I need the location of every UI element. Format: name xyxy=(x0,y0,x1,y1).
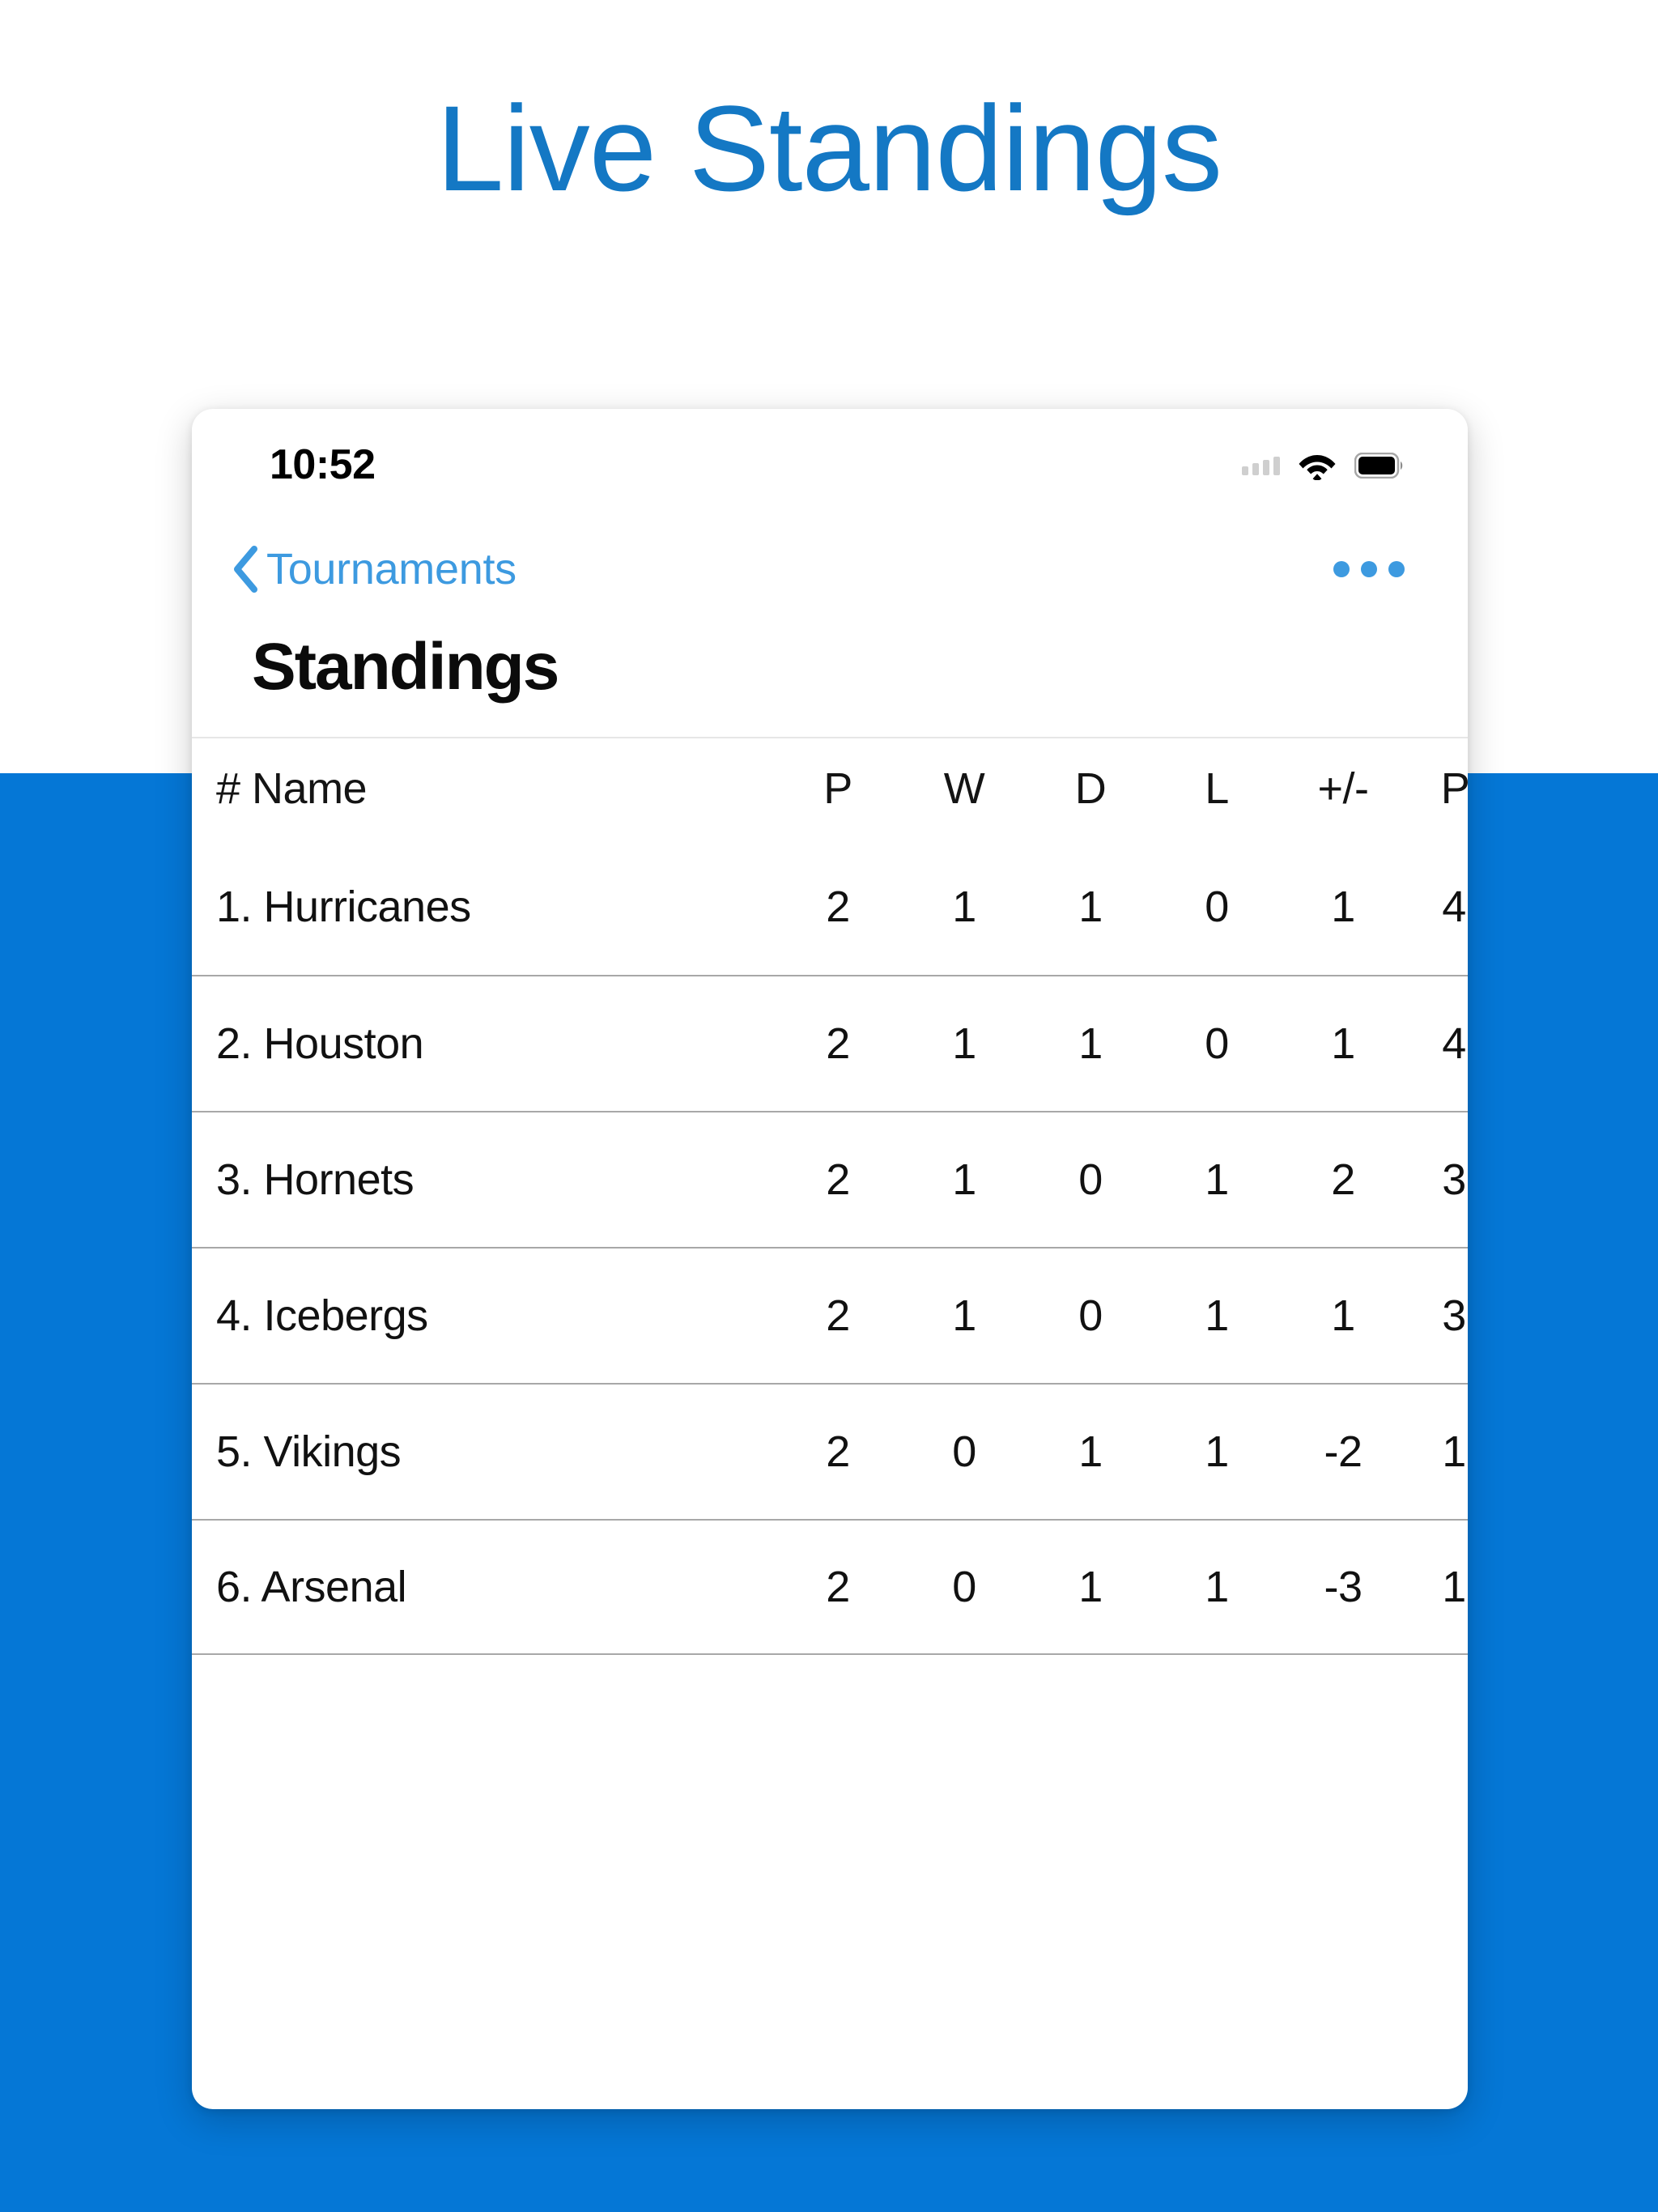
cell-lost: 1 xyxy=(1205,1155,1229,1204)
hero-title: Live Standings xyxy=(436,80,1222,216)
cell-won: 1 xyxy=(952,1291,976,1340)
cell-played: 2 xyxy=(826,1563,850,1611)
cell-team-name: 3. Hornets xyxy=(216,1155,414,1204)
cell-drawn: 0 xyxy=(1078,1291,1103,1340)
cell-team-name: 5. Vikings xyxy=(216,1427,402,1476)
cell-drawn: 0 xyxy=(1078,1155,1103,1204)
wifi-icon xyxy=(1299,455,1336,480)
table-row[interactable]: 4. Icebergs 2 1 0 1 1 3.0 xyxy=(192,1247,1468,1383)
cell-points: 4.0 xyxy=(1442,883,1468,931)
cell-won: 0 xyxy=(952,1563,976,1611)
column-header-goal-difference: +/- xyxy=(1317,764,1369,813)
cell-goal-difference: 1 xyxy=(1331,883,1355,931)
cell-goal-difference: -2 xyxy=(1324,1427,1363,1476)
status-bar-icons xyxy=(1242,451,1405,480)
cell-goal-difference: 1 xyxy=(1331,1019,1355,1068)
table-row[interactable]: 2. Houston 2 1 1 0 1 4.0 xyxy=(192,975,1468,1111)
table-header-row: # Name P W D L +/- Pts xyxy=(192,737,1468,839)
back-button-label: Tournaments xyxy=(266,545,517,593)
status-bar: 10:52 xyxy=(192,409,1468,514)
cell-drawn: 1 xyxy=(1078,883,1103,931)
status-bar-time: 10:52 xyxy=(270,441,376,488)
cell-played: 2 xyxy=(826,1291,850,1340)
table-row[interactable]: 6. Arsenal 2 0 1 1 -3 1.0 xyxy=(192,1519,1468,1655)
more-options-dot xyxy=(1361,561,1377,577)
standings-table: # Name P W D L +/- Pts 1. Hurricanes 2 1… xyxy=(192,737,1468,1655)
cell-won: 1 xyxy=(952,1155,976,1204)
battery-full-icon xyxy=(1354,453,1403,479)
cell-played: 2 xyxy=(826,1427,850,1476)
cellular-signal-icon xyxy=(1242,456,1280,475)
column-header-drawn: D xyxy=(1074,764,1107,813)
more-options-dot xyxy=(1333,561,1350,577)
cell-played: 2 xyxy=(826,1019,850,1068)
cell-lost: 0 xyxy=(1205,883,1229,931)
cell-played: 2 xyxy=(826,883,850,931)
cell-lost: 0 xyxy=(1205,1019,1229,1068)
cell-team-name: 1. Hurricanes xyxy=(216,883,471,931)
column-header-name: # Name xyxy=(216,764,368,813)
cell-drawn: 1 xyxy=(1078,1563,1103,1611)
more-options-dot xyxy=(1388,561,1405,577)
column-header-played: P xyxy=(823,764,852,813)
cell-team-name: 2. Houston xyxy=(216,1019,424,1068)
column-header-points: Pts xyxy=(1440,764,1468,813)
cell-points: 3.0 xyxy=(1442,1155,1468,1204)
back-button[interactable]: Tournaments xyxy=(231,544,517,594)
navigation-bar: Tournaments xyxy=(192,529,1468,610)
cell-drawn: 1 xyxy=(1078,1427,1103,1476)
cell-played: 2 xyxy=(826,1155,850,1204)
cell-team-name: 4. Icebergs xyxy=(216,1291,428,1340)
cell-goal-difference: -3 xyxy=(1324,1563,1363,1611)
cell-points: 1.0 xyxy=(1442,1427,1468,1476)
phone-screenshot-card: 10:52 Tournaments Standings # Name P W D… xyxy=(192,409,1468,2109)
cell-lost: 1 xyxy=(1205,1291,1229,1340)
column-header-lost: L xyxy=(1205,764,1229,813)
more-options-button[interactable] xyxy=(1329,550,1409,589)
cell-won: 1 xyxy=(952,883,976,931)
cell-drawn: 1 xyxy=(1078,1019,1103,1068)
cell-goal-difference: 2 xyxy=(1331,1155,1355,1204)
cell-points: 3.0 xyxy=(1442,1291,1468,1340)
page-title: Standings xyxy=(252,630,559,704)
table-row[interactable]: 3. Hornets 2 1 0 1 2 3.0 xyxy=(192,1111,1468,1247)
table-row[interactable]: 5. Vikings 2 0 1 1 -2 1.0 xyxy=(192,1383,1468,1519)
cell-team-name: 6. Arsenal xyxy=(216,1563,407,1611)
cell-won: 0 xyxy=(952,1427,976,1476)
chevron-left-icon xyxy=(234,546,257,593)
cell-lost: 1 xyxy=(1205,1427,1229,1476)
cell-lost: 1 xyxy=(1205,1563,1229,1611)
cell-points: 4.0 xyxy=(1442,1019,1468,1068)
cell-points: 1.0 xyxy=(1442,1563,1468,1611)
table-row[interactable]: 1. Hurricanes 2 1 1 0 1 4.0 xyxy=(192,839,1468,975)
column-header-won: W xyxy=(943,764,985,813)
cell-won: 1 xyxy=(952,1019,976,1068)
cell-goal-difference: 1 xyxy=(1331,1291,1355,1340)
